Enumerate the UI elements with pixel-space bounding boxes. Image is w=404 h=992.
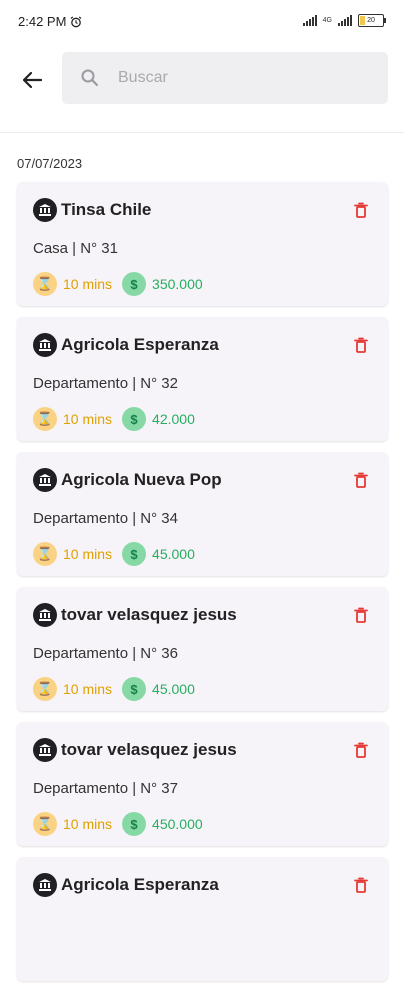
bank-icon [33,738,57,762]
hourglass-icon: ⌛ [33,542,57,566]
delete-icon[interactable] [354,742,368,758]
search-bar[interactable] [62,52,388,104]
header [0,50,404,110]
hourglass-icon: ⌛ [33,272,57,296]
item-chips: ⌛ 10 mins $ 450.000 [33,812,213,836]
dollar-icon: $ [122,407,147,431]
item-title: Agricola Esperanza [61,875,219,894]
list-item[interactable]: tovar velasquez jesus Departamento | N° … [17,722,388,846]
signal-icon [302,15,317,26]
list-item[interactable]: Agricola Nueva Pop Departamento | N° 34 … [17,452,388,576]
item-amount: 450.000 [152,816,203,832]
item-title: Tinsa Chile [61,200,152,219]
item-time: 10 mins [63,276,113,292]
item-title: Agricola Esperanza [61,335,219,354]
status-icons: 4G 20 [302,14,386,27]
item-title: tovar velasquez jesus [61,740,237,759]
item-subtitle: Casa | N° 31 [33,240,118,257]
list-item[interactable]: Agricola Esperanza Departamento | N° 32 … [17,317,388,441]
item-subtitle: Departamento | N° 34 [33,510,178,527]
bank-icon [33,603,57,627]
arrow-left-icon [22,71,43,89]
appraisal-list: Tinsa Chile Casa | N° 31 ⌛ 10 mins $ 350… [17,182,388,992]
item-title: Agricola Nueva Pop [61,470,222,489]
status-bar: 2:42 PM 4G 20 [0,0,404,44]
item-amount: 350.000 [152,276,203,292]
header-divider [0,132,404,133]
alarm-icon [71,16,82,27]
hourglass-icon: ⌛ [33,407,57,431]
list-item[interactable]: Agricola Esperanza [17,857,388,981]
date-label: 07/07/2023 [17,156,83,171]
item-chips: ⌛ 10 mins $ 350.000 [33,272,213,296]
hourglass-icon: ⌛ [33,812,57,836]
item-time: 10 mins [63,681,113,697]
search-icon [81,69,99,87]
back-button[interactable] [16,64,48,96]
status-time: 2:42 PM [18,14,82,29]
item-chips: ⌛ 10 mins $ 45.000 [33,542,205,566]
dollar-icon: $ [122,677,147,701]
delete-icon[interactable] [354,337,368,353]
bank-icon [33,198,57,222]
item-time: 10 mins [63,546,113,562]
bank-icon [33,873,57,897]
network-type: 4G [322,17,332,24]
bank-icon [33,468,57,492]
item-subtitle: Departamento | N° 36 [33,645,178,662]
search-input[interactable] [116,68,360,88]
bank-icon [33,333,57,357]
item-amount: 45.000 [152,681,195,697]
item-subtitle: Departamento | N° 37 [33,780,178,797]
item-chips: ⌛ 10 mins $ 45.000 [33,677,205,701]
dollar-icon: $ [122,272,147,296]
item-time: 10 mins [63,816,113,832]
dollar-icon: $ [122,812,147,836]
item-amount: 45.000 [152,546,195,562]
signal-icon-2 [338,15,352,26]
delete-icon[interactable] [354,607,368,623]
delete-icon[interactable] [354,877,368,893]
delete-icon[interactable] [354,472,368,488]
hourglass-icon: ⌛ [33,677,57,701]
list-item[interactable]: tovar velasquez jesus Departamento | N° … [17,587,388,711]
battery-icon: 20 [358,14,386,27]
status-time-text: 2:42 PM [18,14,67,29]
delete-icon[interactable] [354,202,368,218]
list-item[interactable]: Tinsa Chile Casa | N° 31 ⌛ 10 mins $ 350… [17,182,388,306]
item-subtitle: Departamento | N° 32 [33,375,178,392]
battery-level: 20 [367,17,375,24]
item-chips: ⌛ 10 mins $ 42.000 [33,407,205,431]
item-time: 10 mins [63,411,113,427]
dollar-icon: $ [122,542,147,566]
item-amount: 42.000 [152,411,195,427]
item-title: tovar velasquez jesus [61,605,237,624]
